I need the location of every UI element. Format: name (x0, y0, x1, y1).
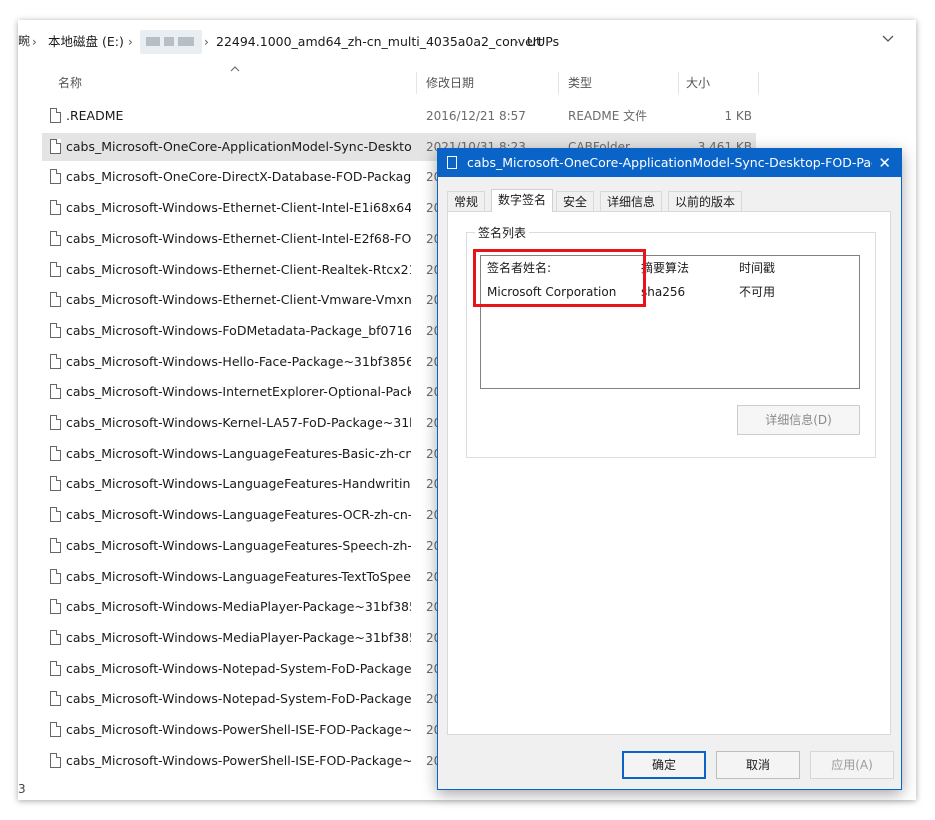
details-button[interactable]: 详细信息(D) (737, 405, 860, 435)
properties-dialog: cabs_Microsoft-OneCore-ApplicationModel-… (437, 148, 902, 790)
file-icon (50, 599, 61, 615)
ok-button[interactable]: 确定 (622, 751, 706, 779)
breadcrumb-folder[interactable]: 22494.1000_amd64_zh-cn_multi_4035a0a2_co… (216, 32, 543, 52)
breadcrumb-overflow[interactable]: 畹 (18, 32, 32, 52)
file-icon (50, 415, 61, 430)
cancel-button[interactable]: 取消 (716, 751, 800, 779)
apply-button[interactable]: 应用(A) (810, 751, 894, 779)
column-divider[interactable] (678, 72, 679, 94)
redacted-folder-name (140, 30, 202, 54)
column-header-name[interactable]: 名称 (58, 70, 82, 96)
file-row[interactable]: .README 2016/12/21 8:57 README 文件 1 KB (42, 102, 912, 130)
file-name: cabs_Microsoft-Windows-Kernel-LA57-FoD-P… (66, 415, 411, 430)
file-name: cabs_Microsoft-Windows-Ethernet-Client-R… (66, 261, 411, 277)
tab-security[interactable]: 安全 (556, 191, 595, 211)
file-icon (50, 507, 61, 523)
column-header-row: 名称 修改日期 类型 大小 (18, 66, 916, 96)
signature-list[interactable]: 签名者姓名: 摘要算法 时间戳 Microsoft Corporation sh… (473, 249, 860, 389)
file-name: cabs_Microsoft-Windows-MediaPlayer-Packa… (66, 599, 411, 615)
dialog-titlebar[interactable]: cabs_Microsoft-OneCore-ApplicationModel-… (438, 149, 901, 177)
file-name: cabs_Microsoft-Windows-Notepad-System-Fo… (66, 660, 411, 676)
list-header-timestamp[interactable]: 时间戳 (739, 256, 775, 280)
tab-general[interactable]: 常规 (447, 191, 486, 211)
file-name: .README (66, 108, 124, 123)
close-icon[interactable]: ✕ (878, 149, 891, 177)
file-icon (50, 752, 61, 768)
tab-previous-versions[interactable]: 以前的版本 (668, 191, 743, 211)
file-name: cabs_Microsoft-Windows-Hello-Face-Packag… (66, 353, 411, 369)
column-header-size[interactable]: 大小 (686, 70, 710, 96)
file-type: README 文件 (568, 109, 648, 123)
file-icon (50, 138, 61, 154)
file-icon (50, 292, 61, 308)
file-icon (50, 722, 61, 737)
file-icon (50, 230, 61, 246)
file-icon (50, 537, 61, 553)
tab-panel-digital-signatures: 签名列表 签名者姓名: 摘要算法 时间戳 Microsoft Corporati… (447, 211, 891, 735)
signature-list-group: 签名列表 签名者姓名: 摘要算法 时间戳 Microsoft Corporati… (466, 224, 876, 458)
file-name: cabs_Microsoft-Windows-LanguageFeatures-… (66, 568, 411, 584)
file-icon (50, 261, 61, 277)
breadcrumb-separator: › (204, 35, 209, 49)
sort-ascending-icon (230, 64, 240, 75)
file-icon (50, 169, 61, 185)
status-bar-text: 3 (18, 782, 26, 796)
file-icon (50, 660, 61, 676)
file-icon (447, 156, 457, 169)
column-divider[interactable] (758, 72, 759, 94)
file-name: cabs_Microsoft-Windows-FoDMetadata-Packa… (66, 322, 411, 338)
breadcrumb-drive[interactable]: 本地磁盘 (E:) (48, 32, 124, 52)
column-header-date[interactable]: 修改日期 (426, 70, 474, 96)
file-date: 2016/12/21 8:57 (426, 109, 526, 123)
breadcrumb-current[interactable]: UUPs (527, 32, 559, 52)
file-icon (50, 200, 61, 216)
file-icon (50, 629, 61, 645)
file-name: cabs_Microsoft-Windows-Ethernet-Client-I… (66, 200, 411, 216)
file-name: cabs_Microsoft-Windows-LanguageFeatures-… (66, 537, 411, 553)
file-icon (50, 322, 61, 338)
file-name: cabs_Microsoft-Windows-Notepad-System-Fo… (66, 691, 411, 707)
file-icon (50, 108, 61, 123)
chevron-down-icon[interactable] (882, 32, 894, 46)
breadcrumb-separator: › (128, 35, 133, 49)
file-name: cabs_Microsoft-Windows-LanguageFeatures-… (66, 507, 411, 523)
file-name: cabs_Microsoft-Windows-PowerShell-ISE-FO… (66, 722, 411, 737)
file-icon (50, 445, 61, 461)
file-icon (50, 691, 61, 707)
dialog-title: cabs_Microsoft-OneCore-ApplicationModel-… (467, 155, 872, 170)
file-name: cabs_Microsoft-Windows-Ethernet-Client-V… (66, 292, 411, 308)
file-name: cabs_Microsoft-OneCore-DirectX-Database-… (66, 169, 411, 185)
file-name: cabs_Microsoft-Windows-Ethernet-Client-I… (66, 230, 411, 246)
tab-digital-signatures[interactable]: 数字签名 (491, 189, 554, 212)
dialog-body: 常规 数字签名 安全 详细信息 以前的版本 签名列表 签名者姓名: 摘要算法 时… (438, 177, 901, 789)
file-name: cabs_Microsoft-Windows-LanguageFeatures-… (66, 445, 411, 461)
file-name: cabs_Microsoft-Windows-InternetExplorer-… (66, 384, 411, 400)
file-icon (50, 568, 61, 584)
address-bar[interactable]: 畹 › 本地磁盘 (E:) › › 22494.1000_amd64_zh-cn… (18, 20, 916, 64)
file-name: cabs_Microsoft-Windows-MediaPlayer-Packa… (66, 629, 411, 645)
file-icon (50, 384, 61, 400)
file-icon (50, 353, 61, 369)
signature-timestamp[interactable]: 不可用 (739, 281, 775, 303)
column-divider[interactable] (416, 72, 417, 94)
breadcrumb-separator: › (514, 35, 519, 49)
file-size: 1 KB (724, 109, 752, 123)
list-header-digest[interactable]: 摘要算法 (641, 256, 689, 280)
file-name: cabs_Microsoft-Windows-LanguageFeatures-… (66, 476, 411, 492)
column-divider[interactable] (558, 72, 559, 94)
file-name: cabs_Microsoft-OneCore-ApplicationModel-… (66, 138, 411, 154)
signature-digest[interactable]: sha256 (641, 281, 685, 303)
highlight-annotation (473, 249, 646, 307)
breadcrumb-separator: › (32, 35, 37, 49)
column-header-type[interactable]: 类型 (568, 70, 592, 96)
tab-details[interactable]: 详细信息 (600, 191, 663, 211)
group-label: 签名列表 (475, 224, 530, 241)
file-name: cabs_Microsoft-Windows-PowerShell-ISE-FO… (66, 752, 411, 768)
file-icon (50, 476, 61, 492)
